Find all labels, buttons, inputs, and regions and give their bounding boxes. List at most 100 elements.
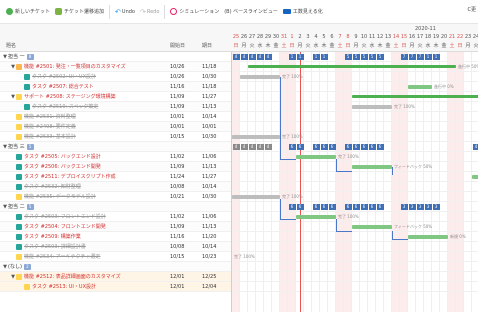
baseline-button[interactable]: (B) ベースラインビュー [224, 5, 278, 19]
issue-row[interactable]: 機能 #2531: 資料整理 10/01 10/14 [0, 112, 231, 122]
effort-cell: 4 [240, 144, 248, 150]
gantt-bar[interactable] [248, 65, 456, 68]
day-number: 17 [416, 34, 424, 40]
issue-row[interactable]: 機能 #2535: データモデル設計 10/21 10/30 [0, 192, 231, 202]
issue-link[interactable]: タスク #2503: フロントエンド設計 [24, 213, 106, 220]
due-column-header[interactable]: 期日 [202, 42, 212, 49]
new-ticket-button[interactable]: 新しいチケット [6, 5, 50, 19]
issue-link[interactable]: 機能 #2533: 基本設計 [24, 133, 76, 140]
issue-link[interactable]: タスク #2511: デプロイスクリプト作成 [24, 173, 116, 180]
effort-cell: 5 [352, 54, 360, 60]
day-number: 30 [272, 34, 280, 40]
issue-link[interactable]: タスク #2505: バックエンド設計 [24, 153, 101, 160]
issue-row[interactable]: タスク #2505: バックエンド設計 11/02 11/06 [0, 152, 231, 162]
effort-button[interactable]: 工数見える化 [282, 5, 323, 19]
redo-button[interactable]: ↷ Redo [140, 5, 159, 19]
gantt-bar[interactable] [296, 215, 336, 219]
issue-row[interactable]: 機能 #2498: 要件定義 10/01 10/01 [0, 122, 231, 132]
weekday: 土 [337, 43, 343, 49]
bar-status-label: 完了 100% [282, 134, 303, 139]
issue-row[interactable]: タスク #2509: 構築作業 11/16 11/20 [0, 232, 231, 242]
group-row[interactable]: ▼ 担当 二5 [0, 202, 231, 212]
start-date-cell: 10/08 [170, 243, 185, 250]
issue-link[interactable]: 機能 #2498: 要件定義 [24, 123, 76, 130]
issue-row[interactable]: タスク #2513: UI・UX設計 12/01 12/04 [0, 282, 231, 292]
gantt-bar[interactable] [352, 225, 392, 229]
issue-link[interactable]: タスク #2504: フロントエンド開発 [24, 223, 106, 230]
gantt-row [232, 112, 478, 122]
gantt-bar[interactable] [352, 95, 478, 98]
issue-row[interactable]: タスク #2502: UI・UX設計 10/26 10/30 [0, 72, 231, 82]
issue-row[interactable]: タスク #2507: 総合テスト 11/16 11/18 [0, 82, 231, 92]
gantt-bar[interactable] [232, 135, 280, 139]
issue-link[interactable]: タスク #2510: スペック策定 [32, 103, 98, 110]
effort-cell: 6 [344, 204, 352, 210]
dependency-line [336, 231, 352, 232]
effort-cell: 7 [408, 54, 416, 60]
flow-icon [55, 8, 63, 15]
weekday: 火 [305, 43, 311, 49]
issue-row[interactable]: ▼ 機能 #2512: 表品詳細画面のカスタマイズ 12/01 12/25 [0, 272, 231, 282]
add-flow-button[interactable]: チケット遷移追加 [55, 5, 104, 19]
weekday: 日 [401, 43, 407, 49]
group-row[interactable]: ▼ 担当 一8 [0, 52, 231, 62]
issue-row[interactable]: 機能 #2534: アーキテクチャ選定 10/15 10/23 [0, 252, 231, 262]
simulation-button[interactable]: シミュレーション [164, 4, 220, 19]
effort-cell: 5 [344, 54, 352, 60]
issue-link[interactable]: タスク #2506: バックエンド開発 [24, 163, 101, 170]
issue-link[interactable]: タスク #2513: UI・UX設計 [32, 283, 96, 290]
issue-link[interactable]: 機能 #2512: 表品詳細画面のカスタマイズ [24, 273, 121, 280]
issue-row[interactable]: 機能 #2533: 基本設計 10/15 10/30 [0, 132, 231, 142]
issue-row[interactable]: タスク #2511: デプロイスクリプト作成 11/24 11/27 [0, 172, 231, 182]
day-number: 11 [368, 34, 376, 40]
gantt-bar[interactable] [232, 195, 280, 199]
issue-row[interactable]: タスク #2503: フロントエンド設計 11/02 11/06 [0, 212, 231, 222]
today-line [300, 52, 301, 312]
issue-row[interactable]: タスク #2503: 詳細設計書 10/08 10/14 [0, 242, 231, 252]
issue-link[interactable]: サポート #2508: ステージング環境構築 [24, 93, 116, 100]
gantt-bar[interactable] [352, 105, 392, 109]
effort-cell: 6 [320, 204, 328, 210]
undo-button[interactable]: ↶ Undo [109, 4, 135, 19]
weekday: 火 [249, 43, 255, 49]
day-number: 1 [290, 34, 294, 40]
gantt-bar[interactable] [408, 85, 432, 89]
gantt-bar[interactable] [472, 175, 478, 179]
gantt-bar[interactable] [352, 165, 392, 169]
start-date-cell: 10/26 [170, 73, 185, 80]
gantt-bar[interactable] [296, 155, 336, 159]
gantt-bar[interactable] [240, 75, 280, 79]
issue-row[interactable]: タスク #2532: 知財整理 10/08 10/14 [0, 182, 231, 192]
issue-link[interactable]: タスク #2507: 総合テスト [32, 83, 94, 90]
issue-link[interactable]: 機能 #2531: 資料整理 [24, 113, 76, 120]
title-column-header[interactable]: 題名 [6, 42, 16, 49]
start-column-header[interactable]: 開始日 [170, 42, 185, 49]
start-date-cell: 10/01 [170, 123, 185, 130]
issue-row[interactable]: ▼ 機能 #2501: 発注・一覧項目のカスタマイズ 10/26 11/18 [0, 62, 231, 72]
group-row[interactable]: ▼ 担当 三5 [0, 142, 231, 152]
due-date-cell: 11/06 [202, 153, 217, 160]
gantt-row [232, 282, 478, 292]
group-row[interactable]: ▼ (なし) 2 [0, 262, 231, 272]
gantt-bar[interactable] [408, 235, 448, 239]
simulation-label: シミュレーション [179, 9, 220, 15]
issue-link[interactable]: 機能 #2501: 発注・一覧項目のカスタマイズ [24, 63, 126, 70]
bar-status-label: 新規 0% [450, 234, 466, 239]
toolbar-right-link[interactable]: C更 [468, 6, 477, 13]
issue-link[interactable]: タスク #2509: 構築作業 [24, 233, 81, 240]
issue-link[interactable]: タスク #2502: UI・UX設計 [32, 73, 96, 80]
issue-link[interactable]: 機能 #2534: アーキテクチャ選定 [24, 253, 100, 260]
effort-cell: 1 [432, 54, 440, 60]
issue-link[interactable]: タスク #2503: 詳細設計書 [24, 243, 86, 250]
issue-row[interactable]: ▼ サポート #2508: ステージング環境構築 11/09 11/27 [0, 92, 231, 102]
row-title-cell: ▼ 担当 二5 [2, 203, 34, 210]
undo-icon: ↶ [115, 7, 121, 16]
issue-link[interactable]: 機能 #2535: データモデル設計 [24, 193, 96, 200]
day-number: 26 [240, 34, 248, 40]
issue-link[interactable]: タスク #2532: 知財整理 [24, 183, 81, 190]
issue-row[interactable]: タスク #2506: バックエンド開発 11/09 11/13 [0, 162, 231, 172]
toolbar: 新しいチケット チケット遷移追加 ↶ Undo ↷ Redo シミュレーション … [0, 0, 478, 24]
effort-cell: 3 [416, 204, 424, 210]
issue-row[interactable]: タスク #2504: フロントエンド開発 11/09 11/13 [0, 222, 231, 232]
issue-row[interactable]: タスク #2510: スペック策定 11/09 11/13 [0, 102, 231, 112]
